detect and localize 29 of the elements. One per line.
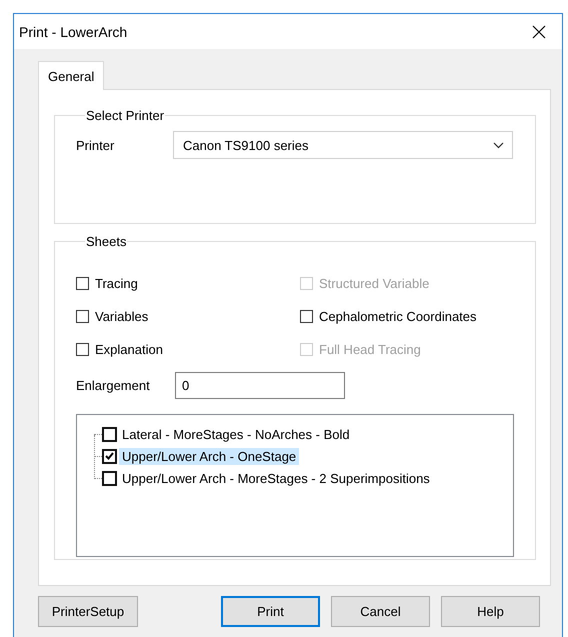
dialog-button[interactable]: Help <box>441 596 540 627</box>
checkbox-option[interactable]: Cephalometric Coordinates <box>300 306 535 327</box>
checkbox-option[interactable]: Tracing <box>76 273 300 294</box>
checkbox[interactable] <box>76 310 89 323</box>
group-title: Select Printer <box>85 108 166 123</box>
window-title: Print - LowerArch <box>19 24 128 40</box>
enlargement-field[interactable]: 0 <box>175 372 345 399</box>
field-label: Enlargement <box>76 378 151 393</box>
tab[interactable]: General <box>38 61 104 90</box>
group-title: Sheets <box>85 234 128 249</box>
tree-item[interactable]: Lateral - MoreStages - NoArches - Bold <box>119 426 353 442</box>
close-icon[interactable] <box>532 24 546 38</box>
tree-item[interactable]: Upper/Lower Arch - OneStage <box>119 448 300 464</box>
checkbox[interactable] <box>102 448 117 464</box>
checkbox-option[interactable]: Variables <box>76 306 300 327</box>
dialog-button[interactable]: Cancel <box>331 596 430 627</box>
checkbox-option[interactable]: Explanation <box>76 339 300 360</box>
checkbox[interactable] <box>300 310 313 323</box>
field-label: Printer <box>76 138 116 152</box>
dialog-button[interactable]: Print <box>221 596 320 627</box>
checkbox[interactable] <box>102 470 117 486</box>
dialog-button[interactable]: PrinterSetup <box>38 596 138 627</box>
tree-item[interactable]: Upper/Lower Arch - MoreStages - 2 Superimpositions <box>119 470 433 486</box>
chevron-down-icon <box>493 142 504 148</box>
checkbox[interactable] <box>76 343 89 356</box>
checkbox[interactable] <box>102 426 117 442</box>
printer-dropdown[interactable]: Canon TS9100 series <box>173 131 513 159</box>
checkbox[interactable] <box>76 277 89 290</box>
check-icon <box>105 452 114 460</box>
